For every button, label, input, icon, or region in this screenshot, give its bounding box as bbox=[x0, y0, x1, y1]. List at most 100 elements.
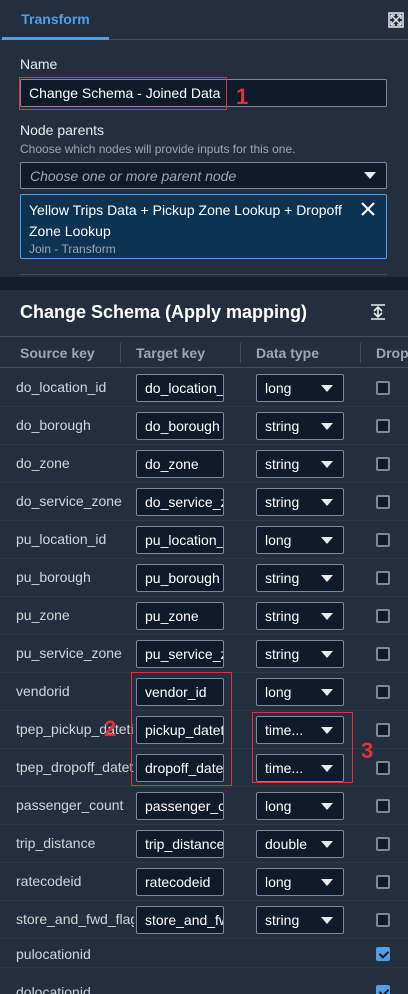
target-key-input[interactable]: pu_service_zone bbox=[136, 640, 224, 668]
name-input[interactable]: Change Schema - Joined Data bbox=[20, 79, 387, 107]
name-label: Name bbox=[20, 56, 58, 72]
drop-checkbox[interactable] bbox=[376, 723, 390, 737]
node-parents-label: Node parents bbox=[20, 122, 105, 138]
target-key-input[interactable]: pu_zone bbox=[136, 602, 224, 630]
table-row: pu_service_zone pu_service_zone string bbox=[0, 635, 408, 673]
drop-checkbox[interactable] bbox=[376, 533, 390, 547]
drop-checkbox[interactable] bbox=[376, 837, 390, 851]
drop-checkbox[interactable] bbox=[376, 913, 390, 927]
source-key-cell: pu_zone bbox=[16, 607, 70, 623]
source-key-cell: do_service_zone bbox=[16, 493, 122, 509]
data-type-select[interactable]: string bbox=[256, 640, 344, 668]
source-key-cell: passenger_count bbox=[16, 797, 124, 813]
tab-transform[interactable]: Transform bbox=[2, 0, 109, 40]
source-key-cell: pu_location_id bbox=[16, 531, 107, 547]
data-type-value: string bbox=[265, 646, 300, 662]
target-key-input[interactable]: do_zone bbox=[136, 450, 224, 478]
drop-checkbox[interactable] bbox=[376, 947, 390, 961]
caret-down-icon bbox=[321, 499, 333, 506]
caret-down-icon bbox=[321, 803, 333, 810]
caret-down-icon bbox=[321, 613, 333, 620]
drop-checkbox[interactable] bbox=[376, 799, 390, 813]
data-type-select[interactable]: time... bbox=[256, 754, 344, 782]
parent-node-select[interactable]: Choose one or more parent node bbox=[20, 162, 387, 189]
caret-down-icon bbox=[321, 461, 333, 468]
table-row: pu_location_id pu_location_id long bbox=[0, 521, 408, 559]
drop-checkbox[interactable] bbox=[376, 685, 390, 699]
column-divider bbox=[360, 343, 361, 363]
data-type-select[interactable]: long bbox=[256, 526, 344, 554]
source-key-cell: store_and_fwd_flag bbox=[16, 911, 134, 927]
drop-checkbox[interactable] bbox=[376, 495, 390, 509]
data-type-select[interactable]: string bbox=[256, 906, 344, 934]
data-type-select[interactable]: long bbox=[256, 792, 344, 820]
data-type-select[interactable]: string bbox=[256, 450, 344, 478]
data-type-select[interactable]: string bbox=[256, 564, 344, 592]
data-type-value: long bbox=[265, 380, 292, 396]
data-type-value: time... bbox=[265, 760, 304, 776]
data-type-select[interactable]: string bbox=[256, 412, 344, 440]
data-type-select[interactable]: long bbox=[256, 678, 344, 706]
drop-checkbox[interactable] bbox=[376, 985, 390, 994]
target-key-input[interactable]: pu_location_id bbox=[136, 526, 224, 554]
section-gap bbox=[0, 277, 408, 290]
target-key-input[interactable]: do_location_id bbox=[136, 374, 224, 402]
schema-title: Change Schema (Apply mapping) bbox=[20, 302, 308, 322]
collapse-icon[interactable] bbox=[369, 303, 387, 321]
annotation-number: 1 bbox=[236, 84, 249, 109]
drop-checkbox[interactable] bbox=[376, 381, 390, 395]
drop-checkbox[interactable] bbox=[376, 419, 390, 433]
close-icon[interactable] bbox=[360, 201, 376, 217]
data-type-select[interactable]: string bbox=[256, 602, 344, 630]
caret-down-icon bbox=[321, 651, 333, 658]
table-row: store_and_fwd_flagstore_and_fwd_flag stri… bbox=[0, 901, 408, 939]
data-type-value: string bbox=[265, 912, 300, 928]
target-key-input[interactable]: do_borough bbox=[136, 412, 224, 440]
column-header-data-type: Data type bbox=[256, 345, 320, 361]
drop-checkbox[interactable] bbox=[376, 647, 390, 661]
data-type-select[interactable]: time... bbox=[256, 716, 344, 744]
data-type-select[interactable]: long bbox=[256, 868, 344, 896]
target-key-input[interactable]: do_service_zone bbox=[136, 488, 224, 516]
table-row: do_service_zone do_service_zone string bbox=[0, 483, 408, 521]
target-key-input[interactable]: ratecodeid bbox=[136, 868, 224, 896]
caret-down-icon bbox=[321, 423, 333, 430]
target-key-input[interactable]: store_and_fwd_flag bbox=[136, 906, 224, 934]
table-row: pu_borough pu_borough string bbox=[0, 559, 408, 597]
data-type-value: string bbox=[265, 456, 300, 472]
source-key-cell: pulocationid bbox=[16, 946, 91, 962]
target-key-input[interactable]: passenger_count bbox=[136, 792, 224, 820]
schema-table-header: Source key Target key Data type Drop bbox=[0, 336, 408, 368]
caret-down-icon bbox=[321, 917, 333, 924]
table-row: vendorid vendor_id long bbox=[0, 673, 408, 711]
data-type-value: string bbox=[265, 418, 300, 434]
data-type-value: string bbox=[265, 494, 300, 510]
target-key-input[interactable]: vendor_id bbox=[136, 678, 224, 706]
caret-down-icon bbox=[321, 689, 333, 696]
source-key-cell: do_borough bbox=[16, 417, 91, 433]
table-row: dolocationid bbox=[0, 977, 408, 994]
selected-parent-subtitle: Join - Transform bbox=[29, 242, 116, 256]
drop-checkbox[interactable] bbox=[376, 875, 390, 889]
target-key-input[interactable]: trip_distance bbox=[136, 830, 224, 858]
column-divider bbox=[240, 343, 241, 363]
drop-checkbox[interactable] bbox=[376, 761, 390, 775]
table-row: trip_distance trip_distance double bbox=[0, 825, 408, 863]
expand-icon[interactable] bbox=[388, 12, 404, 28]
data-type-value: time... bbox=[265, 722, 304, 738]
target-key-input[interactable]: dropoff_datetime bbox=[136, 754, 224, 782]
target-key-input[interactable]: pu_borough bbox=[136, 564, 224, 592]
drop-checkbox[interactable] bbox=[376, 609, 390, 623]
drop-checkbox[interactable] bbox=[376, 571, 390, 585]
target-key-input[interactable]: pickup_datetime bbox=[136, 716, 224, 744]
data-type-select[interactable]: double bbox=[256, 830, 344, 858]
data-type-select[interactable]: long bbox=[256, 374, 344, 402]
caret-down-icon bbox=[321, 727, 333, 734]
table-row: do_zone do_zone string bbox=[0, 445, 408, 483]
table-row: do_location_id do_location_id long bbox=[0, 369, 408, 407]
drop-checkbox[interactable] bbox=[376, 457, 390, 471]
annotation-number: 2 bbox=[104, 716, 117, 741]
table-row: pulocationid bbox=[0, 939, 408, 968]
data-type-select[interactable]: string bbox=[256, 488, 344, 516]
source-key-cell: vendorid bbox=[16, 683, 70, 699]
